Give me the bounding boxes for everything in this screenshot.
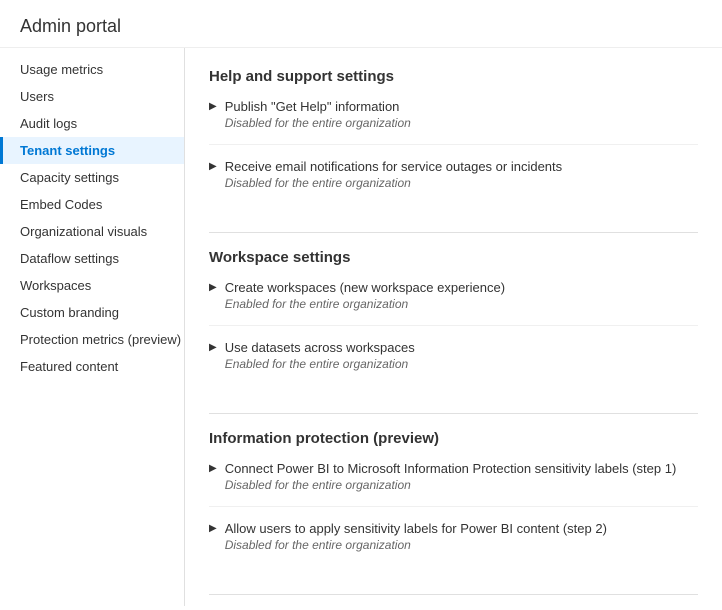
main-content: Help and support settings ▶ Publish "Get H…	[185, 48, 722, 606]
setting-label-email-notifications: Receive email notifications for service …	[225, 159, 562, 174]
section-divider	[209, 594, 698, 595]
setting-label-connect-power-bi: Connect Power BI to Microsoft Informatio…	[225, 461, 677, 476]
section-title-help-support: Help and support settings	[209, 68, 698, 85]
sidebar-item-capacity-settings[interactable]: Capacity settings	[0, 164, 184, 191]
section-help-support: Help and support settings ▶ Publish "Get H…	[209, 68, 698, 204]
sidebar-item-featured-content[interactable]: Featured content	[0, 353, 184, 380]
setting-sublabel-connect-power-bi: Disabled for the entire organization	[225, 478, 677, 492]
section-title-workspace-settings: Workspace settings	[209, 249, 698, 266]
sidebar-item-workspaces[interactable]: Workspaces	[0, 272, 184, 299]
section-divider	[209, 232, 698, 233]
expand-icon-connect-power-bi[interactable]: ▶	[209, 463, 217, 474]
sidebar-item-tenant-settings[interactable]: Tenant settings	[0, 137, 184, 164]
page-title: Admin portal	[0, 0, 722, 48]
setting-sublabel-email-notifications: Disabled for the entire organization	[225, 176, 562, 190]
section-info-protection: Information protection (preview) ▶ Connect…	[209, 430, 698, 566]
setting-item-publish-get-help: ▶ Publish "Get Help" information Disabled …	[209, 99, 698, 145]
expand-icon-allow-users-labels[interactable]: ▶	[209, 523, 217, 534]
setting-item-connect-power-bi: ▶ Connect Power BI to Microsoft Informati…	[209, 461, 698, 507]
setting-sublabel-use-datasets: Enabled for the entire organization	[225, 357, 415, 371]
expand-icon-publish-get-help[interactable]: ▶	[209, 101, 217, 112]
setting-label-create-workspaces: Create workspaces (new workspace experie…	[225, 280, 505, 295]
setting-sublabel-allow-users-labels: Disabled for the entire organization	[225, 538, 607, 552]
setting-sublabel-publish-get-help: Disabled for the entire organization	[225, 116, 411, 130]
expand-icon-create-workspaces[interactable]: ▶	[209, 282, 217, 293]
setting-label-use-datasets: Use datasets across workspaces	[225, 340, 415, 355]
sidebar: Usage metricsUsersAudit logsTenant setti…	[0, 48, 185, 606]
setting-label-publish-get-help: Publish "Get Help" information	[225, 99, 411, 114]
section-title-info-protection: Information protection (preview)	[209, 430, 698, 447]
setting-item-email-notifications: ▶ Receive email notifications for service…	[209, 159, 698, 204]
sidebar-item-audit-logs[interactable]: Audit logs	[0, 110, 184, 137]
setting-item-create-workspaces: ▶ Create workspaces (new workspace experi…	[209, 280, 698, 326]
setting-item-use-datasets: ▶ Use datasets across workspaces Enabled f…	[209, 340, 698, 385]
setting-sublabel-create-workspaces: Enabled for the entire organization	[225, 297, 505, 311]
setting-label-allow-users-labels: Allow users to apply sensitivity labels …	[225, 521, 607, 536]
sidebar-item-users[interactable]: Users	[0, 83, 184, 110]
sidebar-item-protection-metrics[interactable]: Protection metrics (preview)	[0, 326, 184, 353]
section-divider	[209, 413, 698, 414]
expand-icon-use-datasets[interactable]: ▶	[209, 342, 217, 353]
sidebar-item-dataflow-settings[interactable]: Dataflow settings	[0, 245, 184, 272]
sidebar-item-usage-metrics[interactable]: Usage metrics	[0, 56, 184, 83]
sidebar-item-organizational-visuals[interactable]: Organizational visuals	[0, 218, 184, 245]
section-workspace-settings: Workspace settings ▶ Create workspaces (ne…	[209, 249, 698, 385]
sidebar-item-embed-codes[interactable]: Embed Codes	[0, 191, 184, 218]
setting-item-allow-users-labels: ▶ Allow users to apply sensitivity labels…	[209, 521, 698, 566]
expand-icon-email-notifications[interactable]: ▶	[209, 161, 217, 172]
sidebar-item-custom-branding[interactable]: Custom branding	[0, 299, 184, 326]
